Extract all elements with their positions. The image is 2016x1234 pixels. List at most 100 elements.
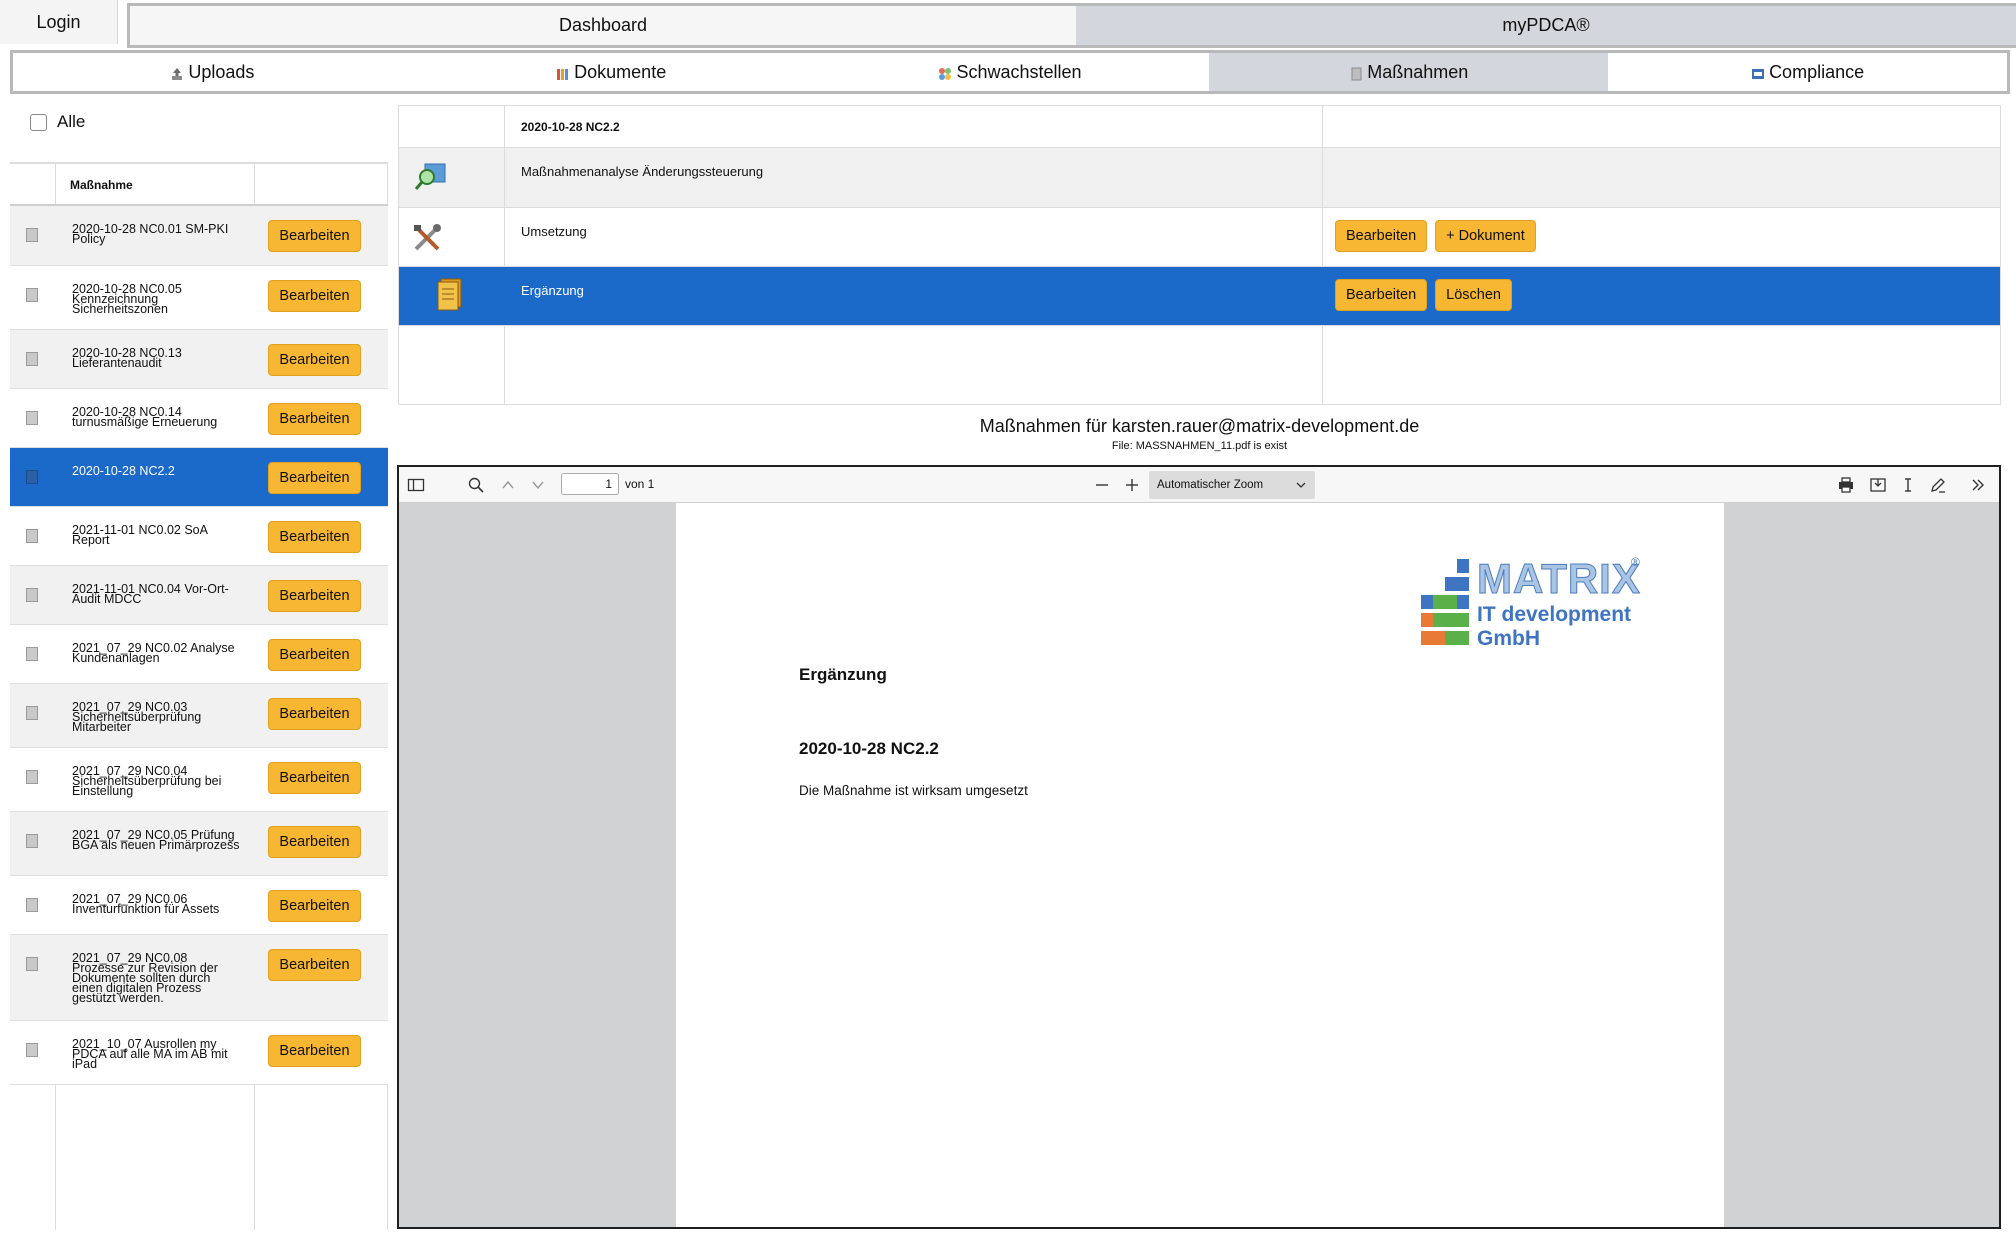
edit-button[interactable]: Bearbeiten bbox=[268, 698, 361, 730]
logo-tagline-2: GmbH bbox=[1477, 627, 1540, 650]
edit-button[interactable]: Bearbeiten bbox=[268, 639, 361, 671]
edit-button[interactable]: Bearbeiten bbox=[268, 826, 361, 858]
alle-filter[interactable]: Alle bbox=[30, 112, 85, 132]
tab-dashboard[interactable]: Dashboard bbox=[130, 6, 1076, 45]
edit-button[interactable]: Bearbeiten bbox=[268, 220, 361, 252]
logo-tagline: IT development bbox=[1477, 603, 1632, 626]
table-row[interactable]: 2021_07_29 NC0.03 Sicherheitsüberprüfung… bbox=[10, 684, 388, 748]
measure-name: 2020-10-28 NC2.2 bbox=[72, 464, 175, 478]
add-document-button[interactable]: + Dokument bbox=[1435, 220, 1536, 252]
pen-icon[interactable] bbox=[1929, 476, 1947, 494]
previous-page-icon[interactable] bbox=[499, 476, 517, 494]
edit-button[interactable]: Bearbeiten bbox=[1335, 220, 1428, 252]
measure-name: 2020-10-28 NC0.01 SM-PKI Policy bbox=[72, 222, 229, 246]
delete-button[interactable]: Löschen bbox=[1435, 279, 1512, 311]
tab-massnahmen-label: Maßnahmen bbox=[1367, 61, 1469, 82]
table-row[interactable]: 2021_07_29 NC0.06 Inventurfunktion für A… bbox=[10, 876, 388, 935]
detail-cell: Ergänzung bbox=[505, 267, 1323, 325]
alle-checkbox[interactable] bbox=[30, 113, 47, 131]
edit-button[interactable]: Bearbeiten bbox=[268, 280, 361, 312]
pdf-toolbar: 1 von 1 Automatischer Zoom bbox=[399, 467, 1999, 503]
documents-icon bbox=[556, 65, 570, 80]
edit-button[interactable]: Bearbeiten bbox=[268, 344, 361, 376]
zoom-select-value: Automatischer Zoom bbox=[1157, 479, 1264, 491]
document-icon bbox=[26, 352, 38, 366]
measure-name: 2021_07_29 NC0.04 Sicherheitsüberprüfung… bbox=[72, 764, 222, 798]
login-tab[interactable]: Login bbox=[0, 0, 118, 44]
document-icon bbox=[26, 957, 38, 971]
table-row[interactable]: 2021_07_29 NC0.05 Prüfung BGA als neuen … bbox=[10, 812, 388, 876]
detail-row-implementation[interactable]: Umsetzung Bearbeiten + Dokument bbox=[399, 208, 2000, 267]
tab-compliance-label: Compliance bbox=[1769, 61, 1865, 82]
page-total: von 1 bbox=[625, 477, 655, 491]
measures-table: Maßnahme 2020-10-28 NC0.01 SM-PKI Policy… bbox=[10, 162, 388, 1230]
detail-row-analysis[interactable]: Maßnahmenanalyse Änderungssteuerung bbox=[399, 148, 2000, 208]
edit-button[interactable]: Bearbeiten bbox=[268, 762, 361, 794]
edit-button[interactable]: Bearbeiten bbox=[268, 949, 361, 981]
measure-name: 2021_07_29 NC0.05 Prüfung BGA als neuen … bbox=[72, 828, 240, 852]
detail-cell bbox=[1323, 326, 2000, 404]
measure-name: 2020-10-28 NC0.14 turnusmäßige Erneuerun… bbox=[72, 405, 218, 429]
detail-empty-row bbox=[399, 326, 2000, 404]
zoom-out-icon[interactable] bbox=[1093, 476, 1111, 494]
row-actions: Bearbeiten Löschen bbox=[1335, 279, 1512, 311]
document-icon bbox=[26, 770, 38, 784]
file-status: File: MASSNAHMEN_11.pdf is exist bbox=[1111, 440, 1288, 452]
detail-cell: Maßnahmenanalyse Änderungssteuerung bbox=[505, 148, 1323, 207]
search-icon[interactable] bbox=[467, 476, 485, 494]
sidebar-toggle-icon[interactable] bbox=[407, 476, 425, 494]
tab-schwachstellen[interactable]: Schwachstellen bbox=[811, 53, 1210, 91]
tab-compliance[interactable]: Compliance bbox=[1608, 53, 2007, 91]
main-tabs: Dashboard myPDCA® bbox=[127, 3, 2016, 48]
edit-button[interactable]: Bearbeiten bbox=[268, 580, 361, 612]
tab-mypdca[interactable]: myPDCA® bbox=[1076, 6, 2016, 45]
table-row[interactable]: 2020-10-28 NC0.13 Lieferantenaudit Bearb… bbox=[10, 330, 388, 389]
tab-massnahmen[interactable]: Maßnahmen bbox=[1209, 53, 1609, 91]
table-row[interactable]: 2020-10-28 NC0.14 turnusmäßige Erneuerun… bbox=[10, 389, 388, 448]
table-row[interactable]: 2021_07_29 NC0.08 Prozesse zur Revision … bbox=[10, 935, 388, 1021]
save-icon[interactable] bbox=[1869, 476, 1887, 494]
upload-icon bbox=[170, 65, 184, 80]
document-icon bbox=[26, 834, 38, 848]
detail-cell: Bearbeiten + Dokument bbox=[1323, 208, 2000, 266]
edit-button[interactable]: Bearbeiten bbox=[268, 521, 361, 553]
pdf-viewer: 1 von 1 Automatischer Zoom MATRIX ® IT d… bbox=[397, 465, 2001, 1229]
table-header: Maßnahme bbox=[10, 164, 388, 206]
tab-uploads[interactable]: Uploads bbox=[13, 53, 412, 91]
tab-schwachstellen-label: Schwachstellen bbox=[956, 61, 1082, 82]
detail-row-supplement[interactable]: Ergänzung Bearbeiten Löschen bbox=[399, 267, 2000, 326]
pdf-subtitle: 2020-10-28 NC2.2 bbox=[799, 739, 939, 758]
tab-dokumente[interactable]: Dokumente bbox=[412, 53, 811, 91]
table-row[interactable]: 2020-10-28 NC0.01 SM-PKI Policy Bearbeit… bbox=[10, 206, 388, 266]
pdf-title: Ergänzung bbox=[799, 665, 887, 684]
tab-dokumente-label: Dokumente bbox=[574, 61, 667, 82]
table-row[interactable]: 2021-11-01 NC0.04 Vor-Ort-Audit MDCC Bea… bbox=[10, 566, 388, 625]
table-row[interactable]: 2021_07_29 NC0.02 Analyse Kundenanlagen … bbox=[10, 625, 388, 684]
page-number-input[interactable]: 1 bbox=[561, 473, 619, 495]
edit-button[interactable]: Bearbeiten bbox=[268, 890, 361, 922]
detail-cell bbox=[399, 267, 505, 325]
measure-name: 2021_07_29 NC0.06 Inventurfunktion für A… bbox=[72, 892, 220, 916]
zoom-select[interactable]: Automatischer Zoom bbox=[1149, 471, 1315, 499]
document-icon bbox=[26, 706, 38, 720]
table-row-selected[interactable]: 2020-10-28 NC2.2 Bearbeiten bbox=[10, 448, 388, 507]
table-row[interactable]: 2021_10_07 Ausrollen my PDCA auf alle MA… bbox=[10, 1021, 388, 1085]
next-page-icon[interactable] bbox=[529, 476, 547, 494]
zoom-in-icon[interactable] bbox=[1123, 476, 1141, 494]
edit-button[interactable]: Bearbeiten bbox=[268, 462, 361, 494]
table-row[interactable]: 2021_07_29 NC0.04 Sicherheitsüberprüfung… bbox=[10, 748, 388, 812]
text-cursor-icon[interactable] bbox=[1899, 476, 1917, 494]
table-row[interactable]: 2021-11-01 NC0.02 SoA Report Bearbeiten bbox=[10, 507, 388, 566]
edit-button[interactable]: Bearbeiten bbox=[1335, 279, 1428, 311]
edit-button[interactable]: Bearbeiten bbox=[268, 403, 361, 435]
print-icon[interactable] bbox=[1837, 476, 1855, 494]
more-tools-icon[interactable] bbox=[1969, 476, 1987, 494]
table-row[interactable]: 2020-10-28 NC0.05 Kennzeichnung Sicherhe… bbox=[10, 266, 388, 330]
measure-name: 2020-10-28 NC0.13 Lieferantenaudit bbox=[72, 346, 182, 370]
magnifier-icon bbox=[413, 162, 447, 192]
document-icon bbox=[26, 588, 38, 602]
edit-button[interactable]: Bearbeiten bbox=[268, 1035, 361, 1067]
document-icon bbox=[26, 529, 38, 543]
document-icon bbox=[26, 647, 38, 661]
detail-cell bbox=[1323, 148, 2000, 207]
